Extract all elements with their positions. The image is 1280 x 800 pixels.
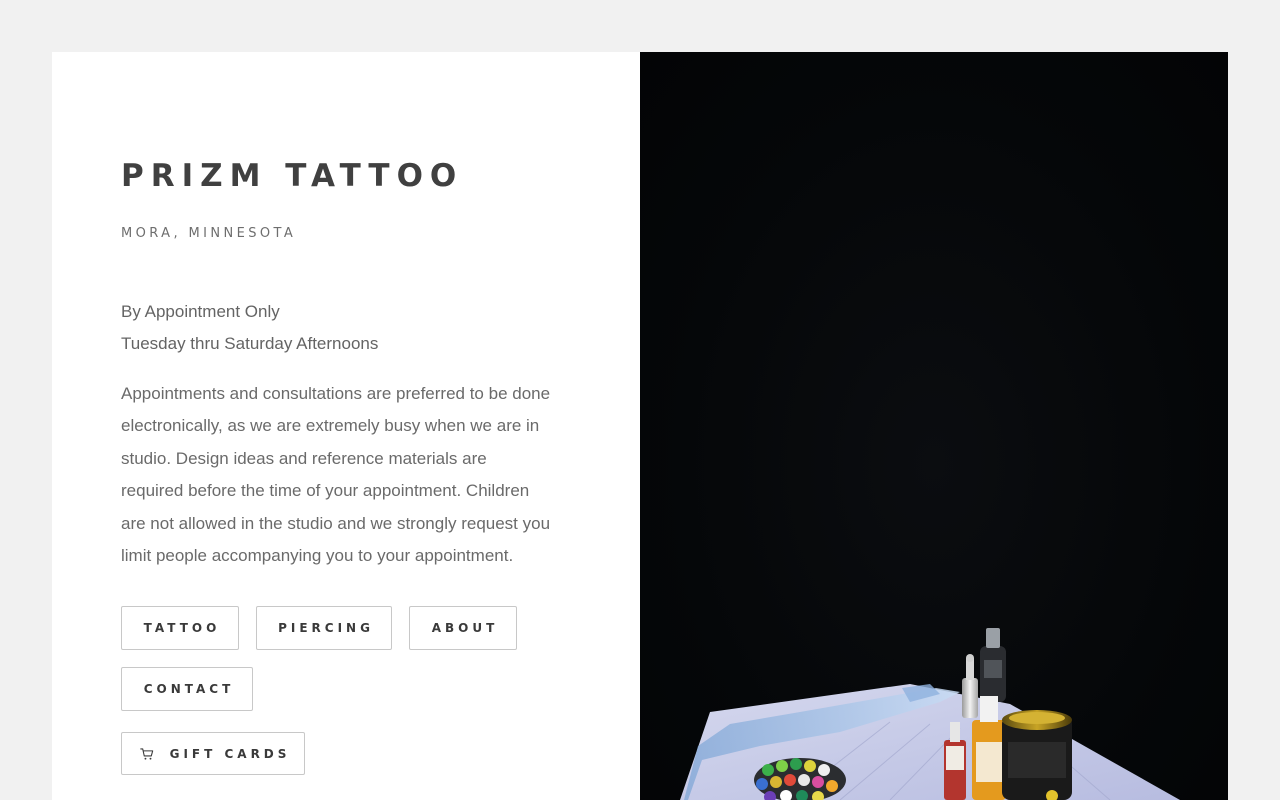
nav-row-1: TATTOO PIERCING ABOUT [121,606,581,650]
contact-button[interactable]: CONTACT [121,667,253,711]
gift-cards-label: GIFT CARDS [169,746,291,761]
hours-block: By Appointment Only Tuesday thru Saturda… [121,296,561,360]
shopping-cart-icon [136,745,154,763]
appointment-note: By Appointment Only [121,302,280,321]
description-text: Appointments and consultations are prefe… [121,384,551,566]
tattoo-button-label: TATTOO [143,621,221,635]
about-button-label: ABOUT [431,621,499,635]
tattoo-supplies-photo [680,628,1180,800]
hero-image [640,52,1228,800]
site-navigation: TATTOO PIERCING ABOUT CONTACT [121,606,581,728]
tattoo-button[interactable]: TATTOO [121,606,239,650]
site-location: MORA, MINNESOTA [121,226,297,241]
piercing-button-label: PIERCING [278,621,374,635]
main-card: PRIZM TATTOO MORA, MINNESOTA By Appointm… [52,52,1228,800]
piercing-button[interactable]: PIERCING [256,606,392,650]
gift-cards-button[interactable]: GIFT CARDS [121,732,305,775]
info-content: PRIZM TATTOO MORA, MINNESOTA By Appointm… [121,156,561,589]
site-title: PRIZM TATTOO [121,158,464,194]
nav-row-2: CONTACT [121,667,581,711]
about-button[interactable]: ABOUT [409,606,517,650]
contact-button-label: CONTACT [143,682,235,696]
hours-days: Tuesday thru Saturday Afternoons [121,334,379,353]
info-panel: PRIZM TATTOO MORA, MINNESOTA By Appointm… [52,52,640,800]
